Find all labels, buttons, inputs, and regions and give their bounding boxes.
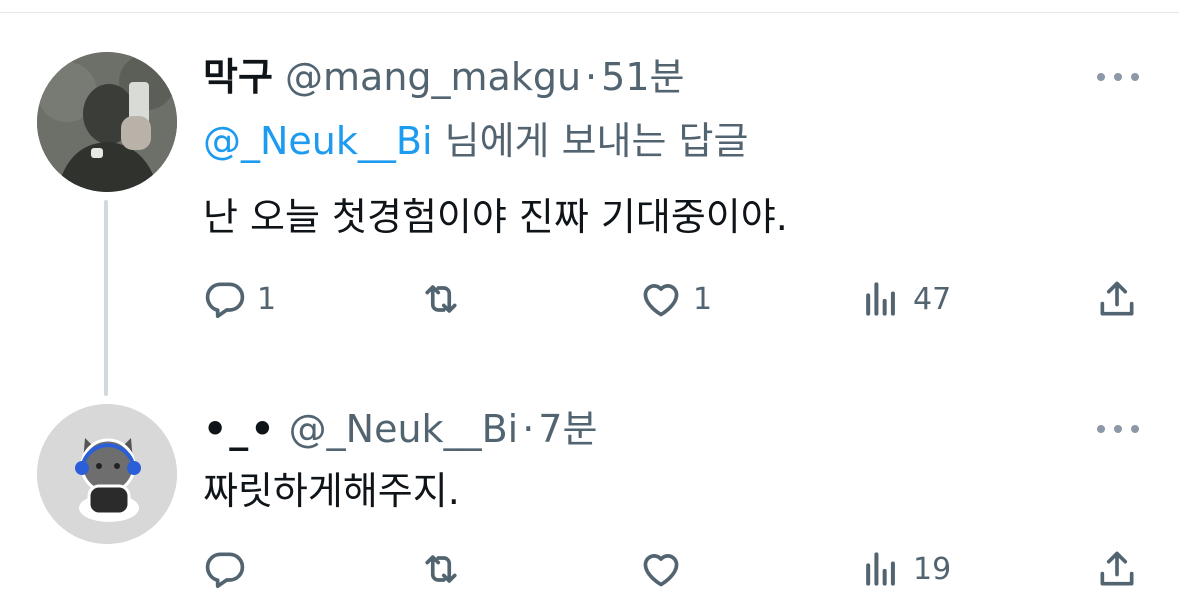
tweet-text: 난 오늘 첫경험이야 진짜 기대중이야. [203,195,788,239]
more-icon[interactable] [1097,62,1139,92]
views-icon [866,282,895,316]
reply-icon [205,282,245,319]
action-bar: 1 1 47 [203,274,1139,324]
views-button[interactable]: 47 [859,274,951,324]
reply-count: 1 [257,281,277,317]
dot-separator: · [522,407,535,451]
tweet-text: 짜릿하게해주지. [203,469,460,513]
retweet-icon [425,555,457,583]
timestamp[interactable]: 7분 [538,407,597,451]
like-icon [643,284,679,317]
views-button[interactable]: 19 [859,544,951,594]
avatar-cat-sticker [37,404,177,544]
tweet-header: •_• @_Neuk__Bi · 7분 [203,404,597,454]
thread-connector-line [104,200,108,396]
avatar[interactable] [37,404,177,544]
share-icon [1100,551,1134,586]
like-button[interactable]: 1 [639,274,712,324]
timestamp[interactable]: 51분 [601,55,684,99]
author-handle[interactable]: @_Neuk__Bi [289,407,519,451]
like-count: 1 [693,281,713,317]
retweet-button[interactable] [419,274,473,324]
share-button[interactable] [1095,274,1139,324]
replying-to-suffix: 님에게 보내는 답글 [444,119,749,163]
reply-mention-link[interactable]: @_Neuk__Bi [203,119,433,163]
author-handle[interactable]: @mang_makgu [285,55,581,99]
author-name[interactable]: 막구 [203,55,273,99]
share-button[interactable] [1095,544,1139,594]
retweet-button[interactable] [419,544,473,594]
avatar[interactable] [37,52,177,192]
top-divider [0,12,1179,13]
views-icon [866,552,895,586]
tweet-header: 막구 @mang_makgu · 51분 [203,52,684,102]
reply-button[interactable]: 1 [203,274,276,324]
replying-to: @_Neuk__Bi 님에게 보내는 답글 [203,116,748,166]
views-count: 19 [913,551,952,587]
avatar-photo [37,52,177,192]
reply-icon [205,552,245,589]
dot-separator: · [585,55,598,99]
share-icon [1100,281,1134,316]
action-bar: 19 [203,544,1139,594]
author-name[interactable]: •_• [203,407,277,451]
retweet-icon [425,285,457,313]
reply-button[interactable] [203,544,257,594]
views-count: 47 [913,281,952,317]
more-icon[interactable] [1097,414,1139,444]
like-button[interactable] [639,544,693,594]
like-icon [643,554,679,587]
